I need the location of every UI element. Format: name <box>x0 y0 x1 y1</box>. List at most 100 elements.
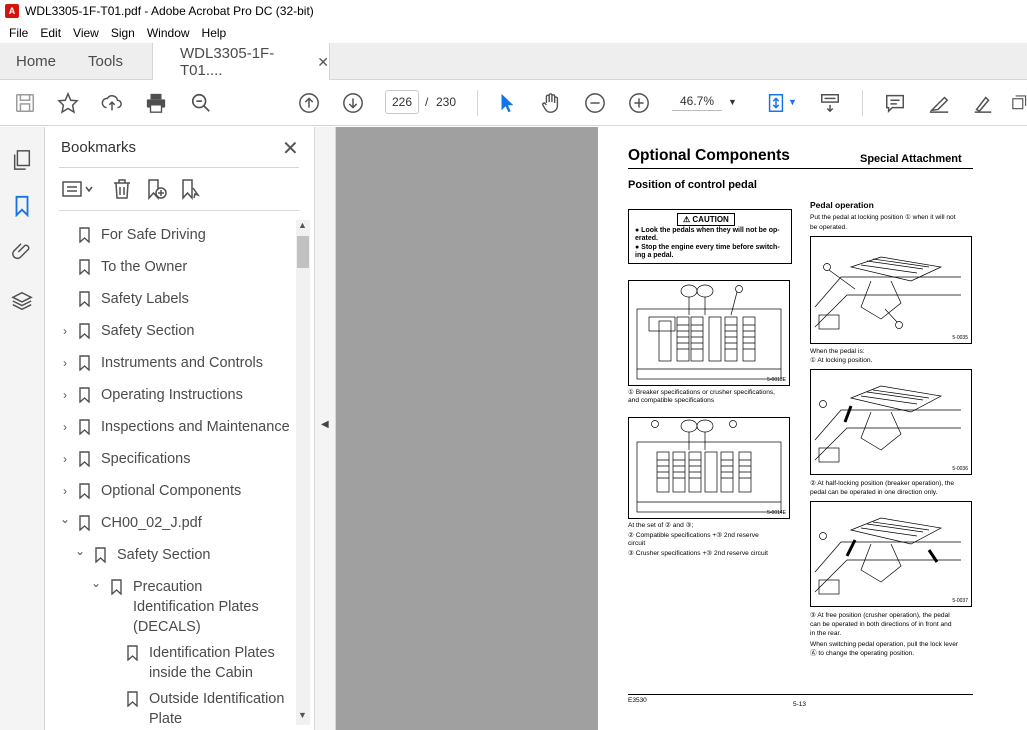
zoom-out-icon[interactable] <box>583 91 607 115</box>
tab-document[interactable]: WDL3305-1F-T01.... ✕ <box>152 43 330 81</box>
bookmark-options-icon[interactable] <box>61 178 97 200</box>
fit-dropdown-chevron-icon[interactable]: ▼ <box>788 97 797 107</box>
bookmark-flag-icon <box>79 387 90 403</box>
menu-view[interactable]: View <box>73 26 99 40</box>
menu-window[interactable]: Window <box>147 26 190 40</box>
footer-rule <box>628 694 973 695</box>
hand-icon[interactable] <box>539 91 563 115</box>
chevron-down-icon[interactable]: ⌄ <box>59 509 71 529</box>
tab-bar: Home Tools WDL3305-1F-T01.... ✕ <box>0 43 1027 81</box>
footer-page-number: 5-13 <box>793 701 807 708</box>
page-count: 230 <box>436 95 457 109</box>
page-subheading: Position of control pedal <box>628 179 757 191</box>
save-icon[interactable] <box>13 91 37 115</box>
delete-bookmark-icon[interactable] <box>111 178 133 200</box>
bookmark-flag-icon <box>127 691 138 707</box>
pedal-operation-heading: Pedal operation <box>810 200 874 210</box>
panel-collapse-handle[interactable]: ◀ <box>315 127 336 730</box>
tab-document-label: WDL3305-1F-T01.... <box>180 45 275 79</box>
chevron-right-icon[interactable]: › <box>59 417 71 437</box>
comment-icon[interactable] <box>883 91 907 115</box>
upload-icon[interactable] <box>100 91 124 115</box>
find-bookmark-icon[interactable] <box>179 178 201 200</box>
chevron-right-icon[interactable]: › <box>59 353 71 373</box>
chevron-down-icon[interactable]: ⌄ <box>74 541 86 561</box>
footer-left: E3530 <box>628 697 647 704</box>
zoom-select[interactable]: 46.7% ▼ <box>672 90 744 114</box>
chevron-down-icon: ▼ <box>728 97 737 107</box>
bookmark-flag-icon <box>79 259 90 275</box>
menu-bar: File Edit View Sign Window Help <box>0 22 1027 43</box>
figure-pedals-1: 5-0013E <box>628 280 790 386</box>
close-icon[interactable]: ✕ <box>282 136 299 161</box>
scroll-mode-icon[interactable] <box>818 91 842 115</box>
menu-file[interactable]: File <box>9 26 28 40</box>
bookmark-flag-icon <box>79 515 90 531</box>
figure-pedal-locking: 5-0035 <box>810 236 972 344</box>
star-icon[interactable] <box>56 91 80 115</box>
document-viewport[interactable]: Optional Components Special Attachment P… <box>336 127 1027 730</box>
zoom-value: 46.7% <box>672 94 722 111</box>
next-page-icon[interactable] <box>341 91 365 115</box>
bookmarks-list: For Safe Driving To the Owner Safety Lab… <box>59 221 295 730</box>
chevron-right-icon[interactable]: › <box>59 449 71 469</box>
acrobat-app-icon: A <box>5 4 19 18</box>
page-heading-right: Special Attachment <box>860 153 962 165</box>
page-number-input[interactable]: 226 <box>385 90 419 114</box>
pages-icon[interactable] <box>10 148 34 172</box>
window-title: WDL3305-1F-T01.pdf - Adobe Acrobat Pro D… <box>25 4 314 18</box>
bookmark-flag-icon <box>79 227 90 243</box>
page-heading: Optional Components <box>628 147 790 164</box>
bookmarks-scrollbar-thumb[interactable] <box>297 236 309 268</box>
title-bar: A WDL3305-1F-T01.pdf - Adobe Acrobat Pro… <box>0 0 1027 22</box>
chevron-right-icon[interactable]: › <box>59 321 71 341</box>
figure-pedal-free: 5-0037 <box>810 501 972 607</box>
bookmark-flag-icon <box>127 645 138 661</box>
bookmark-item-identification-plates-inside-cabin[interactable]: Identification Plates inside the Cabin <box>59 643 295 685</box>
bookmark-flag-icon <box>95 547 106 563</box>
bookmark-item-outside-identification-plate[interactable]: Outside Identification Plate <box>59 689 295 730</box>
new-bookmark-icon[interactable] <box>145 178 167 200</box>
caution-title: ⚠ CAUTION <box>677 213 735 226</box>
sign-icon[interactable] <box>971 91 995 115</box>
zoom-in-icon[interactable] <box>627 91 651 115</box>
heading-rule <box>628 168 973 169</box>
toolbar-divider <box>477 90 478 116</box>
caution-box: ⚠ CAUTION ● Look the pedals when they wi… <box>628 209 792 264</box>
tab-home[interactable]: Home <box>16 43 56 80</box>
bookmarks-toolbar <box>59 167 299 211</box>
print-icon[interactable] <box>144 91 168 115</box>
bookmark-flag-icon <box>79 451 90 467</box>
fit-page-icon[interactable] <box>764 91 788 115</box>
select-cursor-icon[interactable] <box>495 91 519 115</box>
figure-pedal-half-locking: 5-0036 <box>810 369 972 475</box>
bookmark-flag-icon <box>79 483 90 499</box>
toolbar-divider-2 <box>862 90 863 116</box>
page-separator: / <box>425 95 429 109</box>
scroll-up-icon[interactable]: ▲ <box>298 220 307 230</box>
menu-help[interactable]: Help <box>202 26 227 40</box>
bookmark-flag-icon <box>111 579 122 595</box>
layers-icon[interactable] <box>10 289 34 313</box>
more-icon[interactable] <box>1010 91 1027 115</box>
close-tab-icon[interactable]: ✕ <box>317 54 329 71</box>
bookmark-flag-icon <box>79 355 90 371</box>
chevron-right-icon[interactable]: › <box>59 481 71 501</box>
bookmark-item-precaution-identification-plates[interactable]: ⌄ Precaution Identification Plates (DECA… <box>59 576 295 639</box>
attachment-icon[interactable] <box>10 240 34 264</box>
tab-tools[interactable]: Tools <box>88 43 123 80</box>
menu-sign[interactable]: Sign <box>111 26 135 40</box>
bookmarks-title: Bookmarks <box>61 139 137 156</box>
chevron-down-icon[interactable]: ⌄ <box>90 573 102 593</box>
menu-edit[interactable]: Edit <box>40 26 61 40</box>
chevron-right-icon[interactable]: › <box>59 385 71 405</box>
search-icon[interactable] <box>189 91 213 115</box>
bookmark-icon[interactable] <box>10 194 34 218</box>
scroll-down-icon[interactable]: ▼ <box>298 710 307 720</box>
prev-page-icon[interactable] <box>297 91 321 115</box>
figure-pedals-2: 5-0014E <box>628 417 790 519</box>
bookmark-flag-icon <box>79 291 90 307</box>
bookmarks-scrollbar[interactable] <box>296 220 310 725</box>
highlight-icon[interactable] <box>927 91 951 115</box>
pdf-page: Optional Components Special Attachment P… <box>598 127 1027 730</box>
